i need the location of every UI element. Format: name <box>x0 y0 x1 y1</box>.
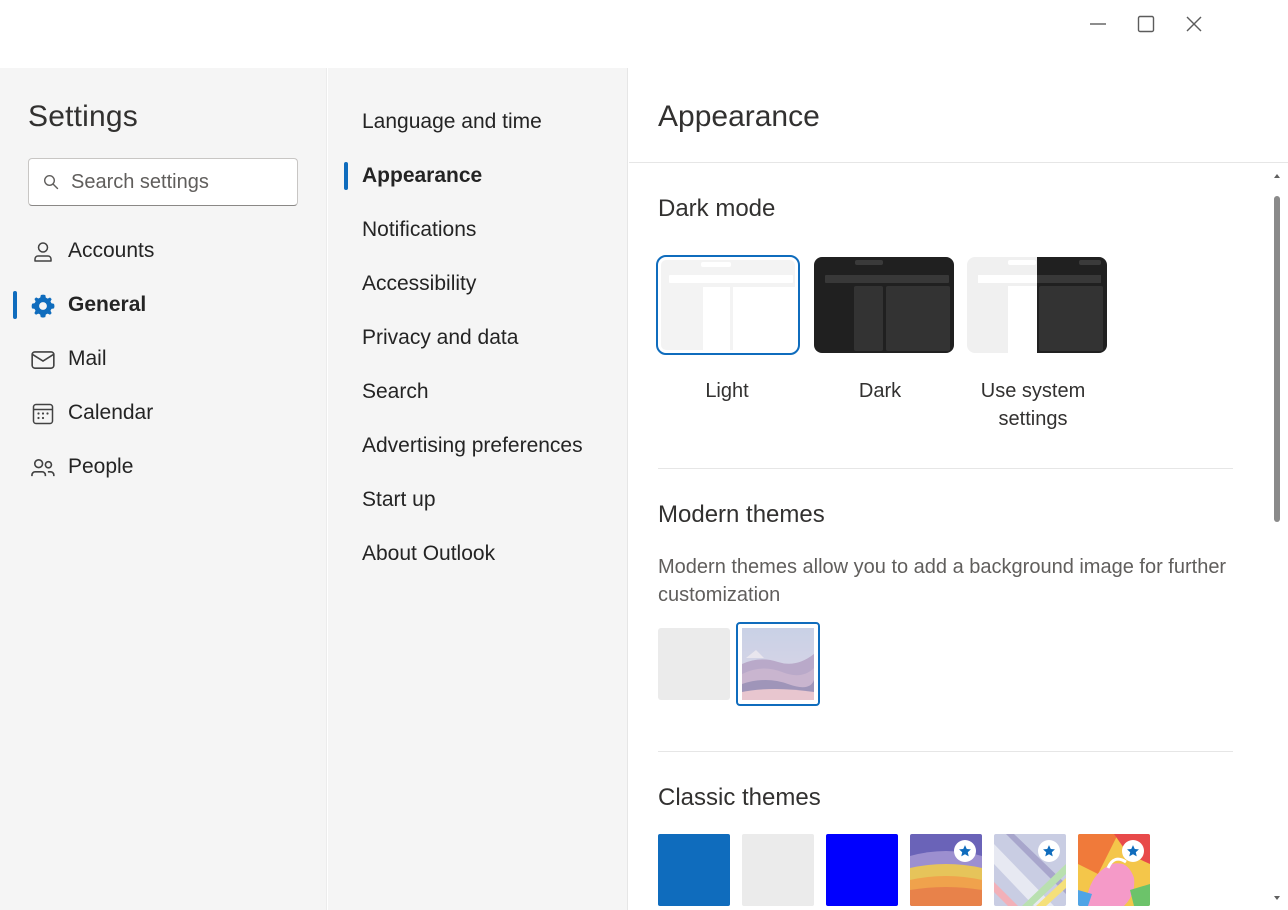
subnav-item-label: Search <box>362 380 429 403</box>
scroll-down-icon[interactable] <box>1272 893 1282 903</box>
subnav-item-label: Start up <box>362 488 436 511</box>
people-icon <box>30 455 56 481</box>
general-subnav: Language and time Appearance Notificatio… <box>328 68 628 910</box>
search-input[interactable] <box>71 170 281 194</box>
classic-theme-blue[interactable] <box>658 834 730 906</box>
selection-indicator <box>13 291 17 319</box>
sidebar-item-mail[interactable]: Mail <box>16 337 316 381</box>
subnav-item-appearance[interactable]: Appearance <box>344 154 614 198</box>
gear-icon <box>30 293 56 319</box>
search-icon <box>43 174 59 190</box>
subnav-item-about-outlook[interactable]: About Outlook <box>344 532 614 576</box>
dark-mode-label: Dark <box>858 380 902 402</box>
scroll-thumb[interactable] <box>1274 196 1280 522</box>
subnav-item-search[interactable]: Search <box>344 370 614 414</box>
subnav-item-label: Advertising preferences <box>362 434 583 457</box>
subnav-item-accessibility[interactable]: Accessibility <box>344 262 614 306</box>
scroll-up-icon[interactable] <box>1272 171 1282 181</box>
minimize-icon <box>1090 23 1106 25</box>
subnav-item-notifications[interactable]: Notifications <box>344 208 614 252</box>
sidebar-item-label: Accounts <box>68 239 155 262</box>
close-icon <box>1186 16 1202 32</box>
subnav-item-language-and-time[interactable]: Language and time <box>344 100 614 144</box>
settings-sidebar: Settings Accounts General Mail Calendar … <box>0 68 327 910</box>
light-mode-label: Light <box>705 380 749 402</box>
modern-themes-description: Modern themes allow you to add a backgro… <box>658 556 1227 606</box>
star-icon <box>959 845 971 857</box>
dark-mode-option[interactable] <box>814 257 954 353</box>
subnav-item-label: Language and time <box>362 110 542 133</box>
sidebar-item-label: General <box>68 293 147 316</box>
system-mode-option[interactable] <box>967 257 1107 353</box>
classic-theme-unicorn[interactable] <box>1078 834 1150 906</box>
classic-theme-rainbow[interactable] <box>994 834 1066 906</box>
modern-theme-none[interactable] <box>658 628 730 700</box>
dark-mode-preview <box>814 257 954 353</box>
sidebar-item-general[interactable]: General <box>13 283 316 327</box>
section-divider <box>658 468 1233 469</box>
panel-header: Appearance <box>629 68 1288 163</box>
selection-indicator <box>344 162 348 190</box>
premium-badge <box>1122 840 1144 862</box>
sidebar-item-label: People <box>68 455 134 478</box>
dark-mode-heading: Dark mode <box>658 195 776 222</box>
sidebar-item-label: Calendar <box>68 401 154 424</box>
classic-theme-bright-blue[interactable] <box>826 834 898 906</box>
page-title: Appearance <box>658 100 820 133</box>
subnav-item-label: Privacy and data <box>362 326 519 349</box>
subnav-item-privacy-and-data[interactable]: Privacy and data <box>344 316 614 360</box>
system-mode-preview <box>967 257 1107 353</box>
mail-icon <box>30 347 56 373</box>
close-button[interactable] <box>1174 8 1214 40</box>
light-mode-preview <box>661 260 795 350</box>
modern-theme-landscape <box>742 628 814 700</box>
maximize-icon <box>1137 15 1155 33</box>
sidebar-item-label: Mail <box>68 347 107 370</box>
subnav-item-label: Notifications <box>362 218 477 241</box>
settings-title: Settings <box>28 100 138 133</box>
subnav-item-label: Accessibility <box>362 272 477 295</box>
minimize-button[interactable] <box>1078 8 1118 40</box>
premium-badge <box>954 840 976 862</box>
section-divider <box>658 751 1233 752</box>
maximize-button[interactable] <box>1126 8 1166 40</box>
modern-theme-selected-frame[interactable] <box>736 622 820 706</box>
premium-badge <box>1038 840 1060 862</box>
sidebar-item-accounts[interactable]: Accounts <box>16 229 316 273</box>
calendar-icon <box>30 401 56 427</box>
sidebar-item-calendar[interactable]: Calendar <box>16 391 316 435</box>
appearance-panel: Appearance Dark mode Light Dark Use syst… <box>629 68 1288 910</box>
subnav-item-advertising-preferences[interactable]: Advertising preferences <box>344 424 614 468</box>
subnav-item-label: About Outlook <box>362 542 496 565</box>
vertical-scrollbar[interactable] <box>1266 163 1288 910</box>
subnav-item-start-up[interactable]: Start up <box>344 478 614 522</box>
modern-themes-heading: Modern themes <box>658 501 825 528</box>
classic-themes-heading: Classic themes <box>658 784 821 811</box>
classic-theme-gray[interactable] <box>742 834 814 906</box>
system-mode-label: Use system settings <box>980 380 1086 430</box>
search-box[interactable] <box>28 158 298 206</box>
settings-scroll-area[interactable]: Dark mode Light Dark Use system settings… <box>629 163 1288 910</box>
sidebar-item-people[interactable]: People <box>16 445 316 489</box>
subnav-item-label: Appearance <box>362 164 483 187</box>
title-bar <box>0 0 1288 68</box>
light-mode-option[interactable] <box>656 255 800 355</box>
star-icon <box>1043 845 1055 857</box>
classic-theme-sunset[interactable] <box>910 834 982 906</box>
star-icon <box>1127 845 1139 857</box>
person-icon <box>30 239 56 265</box>
